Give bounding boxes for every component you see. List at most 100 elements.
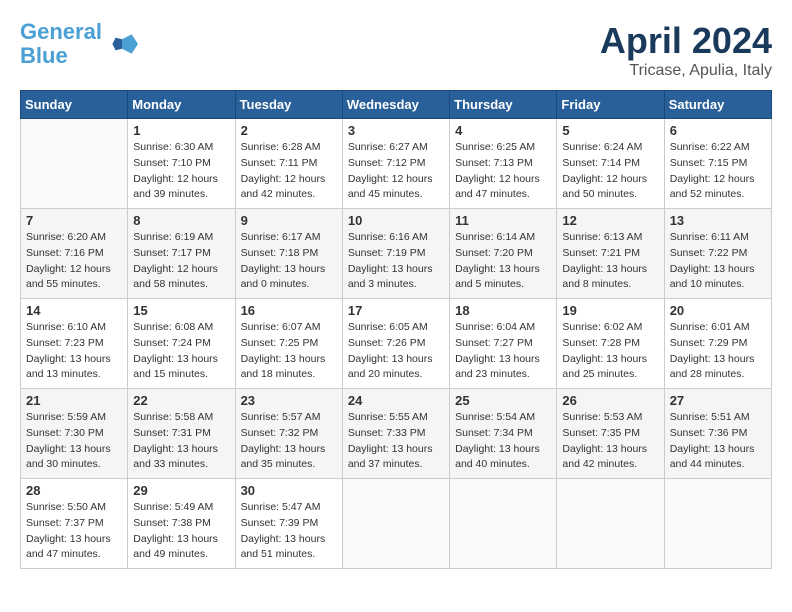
calendar-cell: [342, 479, 449, 569]
day-info-line: and 39 minutes.: [133, 188, 208, 200]
day-info-line: and 13 minutes.: [26, 368, 101, 380]
month-title: April 2024: [600, 20, 772, 62]
day-info-line: Sunrise: 5:54 AM: [455, 411, 535, 423]
col-monday: Monday: [128, 91, 235, 119]
day-info-line: Sunset: 7:18 PM: [241, 247, 319, 259]
calendar-cell: 19Sunrise: 6:02 AMSunset: 7:28 PMDayligh…: [557, 299, 664, 389]
day-info-line: Daylight: 13 hours: [241, 263, 326, 275]
day-info-line: Daylight: 13 hours: [455, 263, 540, 275]
day-info-line: Daylight: 13 hours: [670, 443, 755, 455]
calendar-week-5: 28Sunrise: 5:50 AMSunset: 7:37 PMDayligh…: [21, 479, 772, 569]
calendar-cell: 9Sunrise: 6:17 AMSunset: 7:18 PMDaylight…: [235, 209, 342, 299]
day-info-line: Daylight: 13 hours: [348, 263, 433, 275]
day-info-line: Sunrise: 5:59 AM: [26, 411, 106, 423]
day-number: 24: [348, 393, 444, 408]
day-info: Sunrise: 6:24 AMSunset: 7:14 PMDaylight:…: [562, 140, 658, 203]
day-info-line: Daylight: 13 hours: [562, 263, 647, 275]
day-info-line: Sunrise: 6:13 AM: [562, 231, 642, 243]
day-info-line: and 45 minutes.: [348, 188, 423, 200]
day-info: Sunrise: 5:50 AMSunset: 7:37 PMDaylight:…: [26, 500, 122, 563]
location-subtitle: Tricase, Apulia, Italy: [600, 62, 772, 80]
col-wednesday: Wednesday: [342, 91, 449, 119]
calendar-cell: 30Sunrise: 5:47 AMSunset: 7:39 PMDayligh…: [235, 479, 342, 569]
day-number: 27: [670, 393, 766, 408]
day-info-line: Sunrise: 6:04 AM: [455, 321, 535, 333]
day-info-line: Daylight: 13 hours: [348, 353, 433, 365]
day-info-line: and 10 minutes.: [670, 278, 745, 290]
logo-text: GeneralBlue: [20, 20, 102, 68]
day-info-line: and 35 minutes.: [241, 458, 316, 470]
day-info-line: Sunset: 7:25 PM: [241, 337, 319, 349]
day-info-line: and 42 minutes.: [241, 188, 316, 200]
calendar-cell: 20Sunrise: 6:01 AMSunset: 7:29 PMDayligh…: [664, 299, 771, 389]
day-info-line: Sunrise: 6:27 AM: [348, 141, 428, 153]
calendar-cell: 22Sunrise: 5:58 AMSunset: 7:31 PMDayligh…: [128, 389, 235, 479]
calendar-cell: 8Sunrise: 6:19 AMSunset: 7:17 PMDaylight…: [128, 209, 235, 299]
day-info-line: Daylight: 12 hours: [670, 173, 755, 185]
day-number: 16: [241, 303, 337, 318]
day-info-line: Daylight: 13 hours: [133, 533, 218, 545]
day-info-line: Daylight: 13 hours: [26, 353, 111, 365]
day-info-line: Sunrise: 6:16 AM: [348, 231, 428, 243]
calendar-cell: [664, 479, 771, 569]
day-number: 11: [455, 213, 551, 228]
day-info: Sunrise: 6:04 AMSunset: 7:27 PMDaylight:…: [455, 320, 551, 383]
day-info: Sunrise: 6:05 AMSunset: 7:26 PMDaylight:…: [348, 320, 444, 383]
day-info-line: Sunrise: 6:07 AM: [241, 321, 321, 333]
day-info: Sunrise: 5:51 AMSunset: 7:36 PMDaylight:…: [670, 410, 766, 473]
day-info-line: and 47 minutes.: [455, 188, 530, 200]
day-number: 8: [133, 213, 229, 228]
day-number: 25: [455, 393, 551, 408]
calendar-week-1: 1Sunrise: 6:30 AMSunset: 7:10 PMDaylight…: [21, 119, 772, 209]
day-info-line: Sunrise: 6:19 AM: [133, 231, 213, 243]
day-info-line: and 3 minutes.: [348, 278, 417, 290]
day-info-line: Daylight: 12 hours: [562, 173, 647, 185]
calendar-cell: [21, 119, 128, 209]
calendar-cell: [557, 479, 664, 569]
day-info: Sunrise: 6:02 AMSunset: 7:28 PMDaylight:…: [562, 320, 658, 383]
calendar-week-2: 7Sunrise: 6:20 AMSunset: 7:16 PMDaylight…: [21, 209, 772, 299]
col-thursday: Thursday: [450, 91, 557, 119]
day-number: 6: [670, 123, 766, 138]
day-info-line: and 8 minutes.: [562, 278, 631, 290]
calendar-cell: 23Sunrise: 5:57 AMSunset: 7:32 PMDayligh…: [235, 389, 342, 479]
day-info-line: Daylight: 12 hours: [241, 173, 326, 185]
day-info-line: Sunset: 7:20 PM: [455, 247, 533, 259]
day-info-line: and 51 minutes.: [241, 548, 316, 560]
day-info-line: Sunset: 7:35 PM: [562, 427, 640, 439]
day-number: 4: [455, 123, 551, 138]
day-info-line: Sunset: 7:26 PM: [348, 337, 426, 349]
day-info: Sunrise: 5:59 AMSunset: 7:30 PMDaylight:…: [26, 410, 122, 473]
day-info-line: and 44 minutes.: [670, 458, 745, 470]
calendar-cell: 12Sunrise: 6:13 AMSunset: 7:21 PMDayligh…: [557, 209, 664, 299]
day-number: 5: [562, 123, 658, 138]
day-number: 22: [133, 393, 229, 408]
calendar-cell: 24 Sunrise: 5:55 AMSunset: 7:33 PMDayligh…: [342, 389, 449, 479]
day-info-line: and 28 minutes.: [670, 368, 745, 380]
day-info: Sunrise: 5:55 AMSunset: 7:33 PMDaylight:…: [348, 410, 444, 473]
day-info-line: Sunset: 7:19 PM: [348, 247, 426, 259]
day-number: 15: [133, 303, 229, 318]
day-info-line: Sunrise: 6:11 AM: [670, 231, 749, 243]
day-info-line: Daylight: 13 hours: [670, 263, 755, 275]
day-number: 9: [241, 213, 337, 228]
day-info-line: and 40 minutes.: [455, 458, 530, 470]
day-info-line: and 49 minutes.: [133, 548, 208, 560]
day-info-line: Daylight: 12 hours: [348, 173, 433, 185]
day-info-line: Sunset: 7:17 PM: [133, 247, 211, 259]
day-info-line: and 18 minutes.: [241, 368, 316, 380]
calendar-header: Sunday Monday Tuesday Wednesday Thursday…: [21, 91, 772, 119]
day-info: Sunrise: 6:25 AMSunset: 7:13 PMDaylight:…: [455, 140, 551, 203]
day-info-line: Sunset: 7:34 PM: [455, 427, 533, 439]
day-info-line: and 55 minutes.: [26, 278, 101, 290]
day-info-line: Daylight: 13 hours: [562, 353, 647, 365]
day-info-line: Sunrise: 5:53 AM: [562, 411, 642, 423]
day-info-line: Sunrise: 6:10 AM: [26, 321, 106, 333]
day-info-line: Sunrise: 6:02 AM: [562, 321, 642, 333]
day-info: Sunrise: 6:01 AMSunset: 7:29 PMDaylight:…: [670, 320, 766, 383]
day-info: Sunrise: 6:13 AMSunset: 7:21 PMDaylight:…: [562, 230, 658, 293]
day-info: Sunrise: 5:49 AMSunset: 7:38 PMDaylight:…: [133, 500, 229, 563]
day-number: 13: [670, 213, 766, 228]
day-info-line: Sunset: 7:27 PM: [455, 337, 533, 349]
day-info-line: and 0 minutes.: [241, 278, 310, 290]
